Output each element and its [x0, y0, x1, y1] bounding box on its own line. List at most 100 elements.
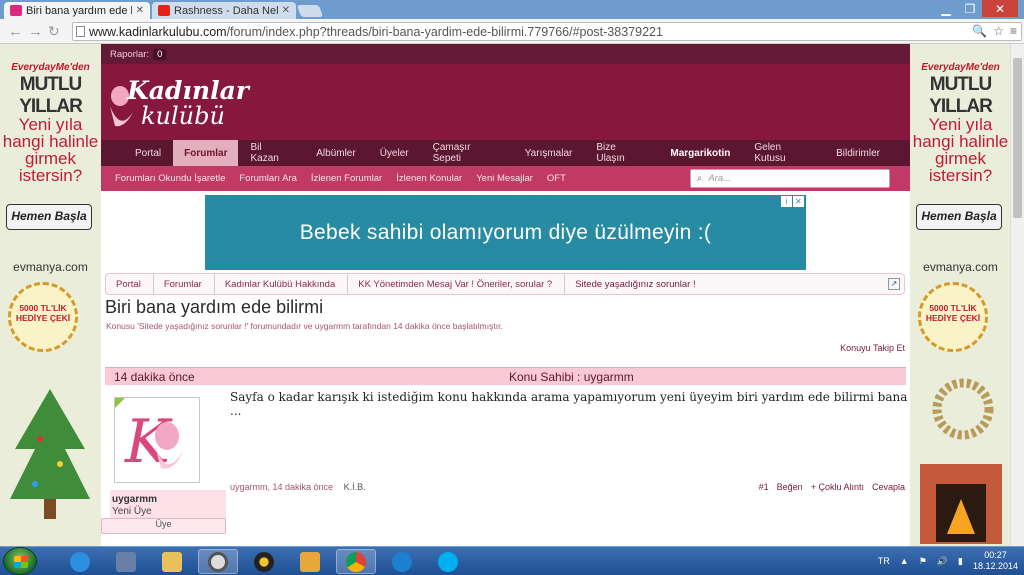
taskbar-explorer[interactable] — [152, 549, 192, 574]
taskbar-tool[interactable] — [106, 549, 146, 574]
nav-forumlar[interactable]: Forumlar — [173, 140, 239, 166]
banner-headline: MUTLU YILLAR — [929, 74, 993, 117]
close-tab-icon[interactable]: ✕ — [282, 5, 290, 16]
taskbar-skype[interactable] — [428, 549, 468, 574]
taskbar: TR ▲ ⚑ 🔊 ▮ 00:27 18.12.2014 — [0, 546, 1024, 575]
breadcrumb-about[interactable]: Kadınlar Kulübü Hakkında — [215, 274, 349, 294]
post-number-link[interactable]: #1 — [759, 482, 769, 492]
ad-close-icon[interactable]: ✕ — [793, 196, 804, 207]
search-input[interactable]: ⌕ Ara... — [690, 169, 890, 188]
banner-brand-line: EverydayMe'den — [921, 62, 1000, 73]
ad-banner[interactable]: Bebek sahibi olamıyorum diye üzülmeyin :… — [205, 195, 806, 270]
banner-start-button[interactable]: Hemen Başla — [6, 204, 92, 230]
internet-explorer-icon — [70, 551, 90, 572]
christmas-tree-icon — [10, 389, 90, 519]
nav-bize-ulasin[interactable]: Bize Ulaşın — [584, 140, 658, 166]
nav-inbox[interactable]: Gelen Kutusu — [742, 140, 824, 166]
site-logo[interactable]: Kadınlar kulübü — [105, 74, 249, 134]
subnav-new-posts[interactable]: Yeni Mesajlar — [469, 173, 540, 184]
taskbar-media[interactable] — [244, 549, 284, 574]
subnav-watched-threads[interactable]: İzlenen Konular — [389, 173, 469, 184]
banner-headline: MUTLU YILLAR — [19, 74, 83, 117]
new-tab-button[interactable] — [296, 5, 324, 17]
post-author-date[interactable]: uygarmm, 14 dakika önce — [230, 482, 333, 492]
ad-info-icon[interactable]: i — [781, 196, 792, 207]
close-tab-icon[interactable]: ✕ — [136, 5, 144, 16]
close-window-icon[interactable]: ✕ — [982, 0, 1018, 17]
page-scrollbar[interactable] — [1010, 44, 1024, 546]
nav-albumler[interactable]: Albümler — [304, 140, 367, 166]
follow-thread-link[interactable]: Konuyu Takip Et — [840, 343, 905, 353]
folder-icon — [162, 551, 182, 572]
reports-label[interactable]: Raporlar: — [110, 49, 149, 60]
back-arrow-icon[interactable]: ← — [8, 23, 23, 40]
breadcrumb-management[interactable]: KK Yönetimden Mesaj Var ! Öneriler, soru… — [348, 274, 566, 294]
taskbar-search-app[interactable] — [198, 549, 238, 574]
tray-arrow-icon[interactable]: ▲ — [900, 556, 909, 566]
post-actions: #1 Beğen + Çoklu Alıntı Cevapla — [759, 482, 905, 492]
breadcrumb-issues[interactable]: Sitede yaşadığınız sorunlar ! — [565, 274, 707, 294]
forward-arrow-icon[interactable]: → — [28, 23, 43, 40]
subnav-search-forums[interactable]: Forumları Ara — [232, 173, 304, 184]
nav-bil-kazan[interactable]: Bil Kazan — [238, 140, 304, 166]
action-center-icon[interactable]: ⚑ — [919, 556, 927, 567]
zoom-icon[interactable]: 🔍 — [972, 24, 987, 38]
left-side-banner-ad[interactable]: EverydayMe'den MUTLU YILLAR Yeni yıla ha… — [0, 44, 101, 546]
page-title: Biri bana yardım ede bilirmi — [105, 297, 324, 317]
post-username[interactable]: uygarmm — [112, 494, 157, 505]
banner-question: Yeni yıla hangi halinle girmek istersin? — [2, 115, 99, 185]
like-button[interactable]: Beğen — [777, 482, 803, 492]
menu-icon[interactable]: ≡ — [1010, 24, 1017, 38]
nav-camasir-sepeti[interactable]: Çamaşır Sepeti — [421, 140, 513, 166]
nav-yarismalar[interactable]: Yarışmalar — [513, 140, 585, 166]
maximize-icon[interactable]: ❐ — [958, 0, 982, 17]
minimize-icon[interactable]: ▁ — [934, 0, 958, 17]
url-field[interactable]: www.kadinlarkulubu.com/forum/index.php?t… — [72, 22, 1022, 41]
banner-start-button[interactable]: Hemen Başla — [916, 204, 1002, 230]
url-domain: www.kadinlarkulubu.com — [89, 24, 227, 39]
nav-portal[interactable]: Portal — [101, 140, 173, 166]
page-icon — [76, 26, 85, 37]
right-side-banner-ad[interactable]: EverydayMe'den MUTLU YILLAR Yeni yıla ha… — [910, 44, 1011, 546]
bookmark-star-icon[interactable]: ☆ — [993, 24, 1004, 38]
volume-icon[interactable]: 🔊 — [937, 556, 948, 567]
thread-owner: Konu Sahibi : uygarmm — [509, 369, 634, 384]
start-button[interactable] — [3, 547, 37, 575]
reports-count: 0 — [153, 48, 167, 60]
breadcrumb-portal[interactable]: Portal — [106, 274, 154, 294]
breadcrumb-forumlar[interactable]: Forumlar — [154, 274, 215, 294]
address-bar-row: ← → ↻ www.kadinlarkulubu.com/forum/index… — [0, 19, 1024, 44]
banner-site: evmanya.com — [923, 260, 998, 274]
browser-tab-active[interactable]: Biri bana yardım ede bilirmi ✕ — [4, 2, 150, 19]
site-header: Kadınlar kulübü — [101, 64, 910, 140]
taskbar-edge[interactable] — [382, 549, 422, 574]
nav-notifications[interactable]: Bildirimler — [824, 140, 910, 166]
post-message: Sayfa o kadar karışık ki istediğim konu … — [230, 390, 908, 418]
user-rank: Yeni Üye — [112, 506, 152, 517]
taskbar-ie[interactable] — [60, 549, 100, 574]
multi-quote-button[interactable]: + Çoklu Alıntı — [811, 482, 864, 492]
browser-tab-inactive[interactable]: Rashness - Daha Neler ✕ — [152, 2, 296, 19]
scrollbar-thumb[interactable] — [1013, 58, 1022, 218]
reload-icon[interactable]: ↻ — [48, 23, 60, 40]
magnifier-icon — [208, 551, 228, 572]
language-indicator[interactable]: TR — [878, 556, 890, 566]
nav-username[interactable]: Margarikotin — [658, 140, 742, 166]
avatar-logo-icon: K — [115, 398, 199, 482]
subnav-oft[interactable]: OFT — [540, 173, 573, 184]
nav-uyeler[interactable]: Üyeler — [368, 140, 421, 166]
clock[interactable]: 00:27 18.12.2014 — [973, 550, 1018, 572]
subnav-mark-read[interactable]: Forumları Okundu İşaretle — [101, 173, 232, 184]
logo-line2: kulübü — [141, 102, 225, 130]
jump-to-icon[interactable]: ↗ — [888, 278, 900, 290]
post-kib: K.İ.B. — [343, 482, 366, 492]
browser-tab-bar: Biri bana yardım ede bilirmi ✕ Rashness … — [0, 0, 1024, 19]
reply-button[interactable]: Cevapla — [872, 482, 905, 492]
breadcrumb: Portal Forumlar Kadınlar Kulübü Hakkında… — [105, 273, 905, 295]
avatar[interactable]: K — [114, 397, 200, 483]
taskbar-chrome[interactable] — [336, 549, 376, 574]
member-badge: Üye — [101, 518, 226, 534]
subnav-watched-forums[interactable]: İzlenen Forumlar — [304, 173, 389, 184]
taskbar-pen[interactable] — [290, 549, 330, 574]
network-icon[interactable]: ▮ — [958, 556, 963, 567]
